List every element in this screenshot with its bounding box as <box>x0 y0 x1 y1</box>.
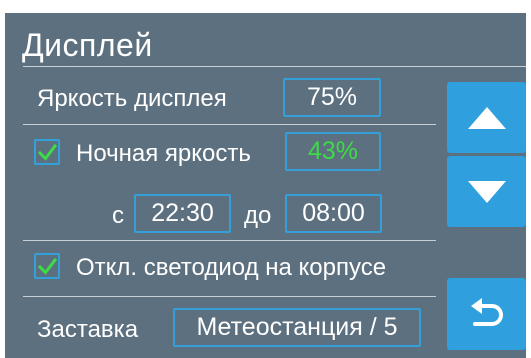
led-off-label: Откл. светодиод на корпусе <box>76 254 387 281</box>
page-title: Дисплей <box>22 27 153 63</box>
title-divider <box>23 66 526 67</box>
display-settings-screen: Дисплей Яркость дисплея 75% Ночная яркос… <box>5 13 526 358</box>
schedule-to-label: до <box>244 202 272 229</box>
night-brightness-value-field[interactable]: 43% <box>285 132 381 171</box>
arrow-down-icon <box>467 180 506 203</box>
brightness-value-field[interactable]: 75% <box>283 78 381 117</box>
checkmark-icon <box>37 143 58 161</box>
schedule-to-field[interactable]: 08:00 <box>285 194 382 233</box>
back-arrow-icon <box>470 298 503 326</box>
screensaver-select[interactable]: Метеостанция / 5 <box>173 308 421 347</box>
scroll-down-button[interactable] <box>447 156 526 227</box>
arrow-up-icon <box>467 106 506 129</box>
schedule-from-field[interactable]: 22:30 <box>134 194 231 233</box>
back-button[interactable] <box>447 278 526 350</box>
night-brightness-label: Ночная яркость <box>76 140 251 167</box>
scroll-up-button[interactable] <box>447 82 526 153</box>
row-divider <box>23 124 436 125</box>
schedule-from-label: с <box>112 202 124 229</box>
checkmark-icon <box>37 257 58 275</box>
row-divider <box>23 240 436 241</box>
led-off-checkbox[interactable] <box>34 253 60 279</box>
brightness-label: Яркость дисплея <box>37 85 227 112</box>
row-divider <box>23 296 436 297</box>
screensaver-label: Заставка <box>37 316 139 343</box>
night-brightness-checkbox[interactable] <box>34 139 60 165</box>
